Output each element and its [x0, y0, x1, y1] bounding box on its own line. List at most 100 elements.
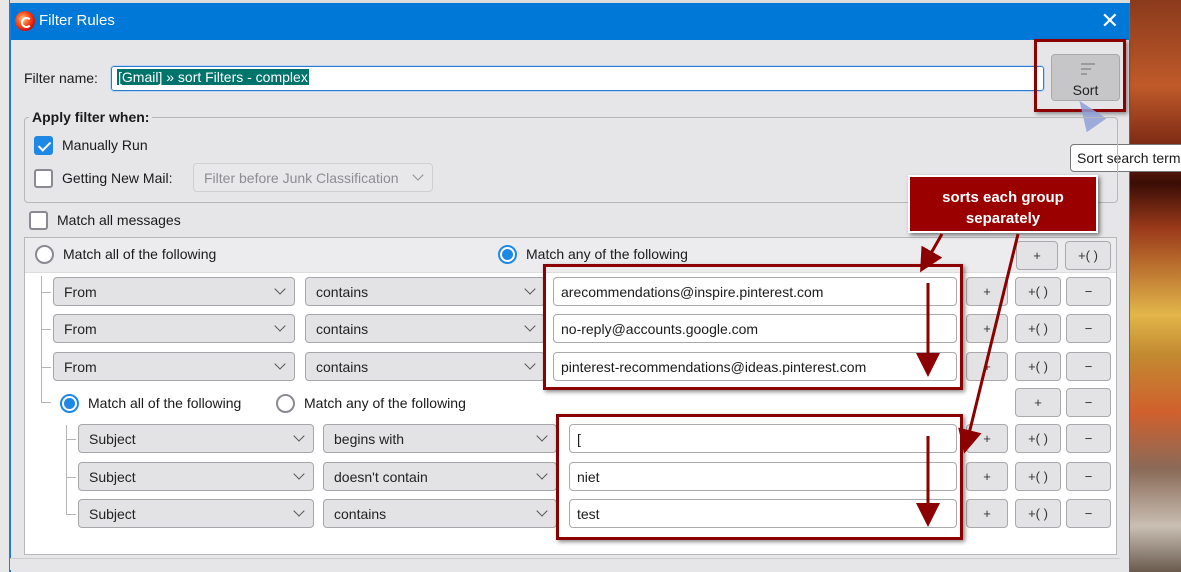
rule-value-input[interactable]: no-reply@accounts.google.com	[553, 314, 957, 343]
tree-line	[66, 514, 76, 515]
chevron-down-icon	[412, 169, 424, 181]
row-remove-button[interactable]: −	[1066, 277, 1111, 306]
app-icon	[15, 11, 35, 31]
top-match-any-radio[interactable]	[498, 245, 517, 264]
sort-button[interactable]: Sort	[1051, 54, 1120, 101]
top-match-any-label: Match any of the following	[526, 246, 688, 262]
rule-operator-value: begins with	[334, 431, 405, 447]
top-group-add-button[interactable]: +	[1016, 241, 1058, 270]
tree-line	[41, 292, 51, 293]
getting-new-mail-label: Getting New Mail:	[62, 170, 173, 186]
rule-field-value: Subject	[89, 506, 136, 522]
top-match-all-radio[interactable]	[35, 245, 54, 264]
sub-match-any-radio[interactable]	[276, 394, 295, 413]
tree-line	[41, 402, 51, 403]
rule-field-select[interactable]: Subject	[78, 424, 314, 453]
annotation-callout: sorts each group separately	[908, 175, 1098, 233]
match-all-messages-label: Match all messages	[57, 212, 181, 228]
row-add-button[interactable]: +	[966, 277, 1008, 306]
row-remove-button[interactable]: −	[1066, 424, 1111, 453]
rule-operator-value: doesn't contain	[334, 469, 428, 485]
tree-line	[41, 367, 51, 368]
rule-value-input[interactable]: pinterest-recommendations@ideas.pinteres…	[553, 352, 957, 381]
close-icon[interactable]: ✕	[1101, 8, 1119, 34]
row-remove-button[interactable]: −	[1066, 314, 1111, 343]
background-window-edge	[0, 0, 10, 572]
row-add-group-button[interactable]: +( )	[1015, 314, 1061, 343]
chevron-down-icon	[293, 430, 305, 442]
tree-line	[41, 276, 42, 402]
row-add-button[interactable]: +	[966, 499, 1008, 528]
top-group-add-subgroup-button[interactable]: +( )	[1065, 241, 1111, 270]
row-add-button[interactable]: +	[966, 314, 1008, 343]
chevron-down-icon	[274, 320, 286, 332]
rule-field-value: From	[64, 359, 97, 375]
rule-operator-select[interactable]: begins with	[323, 424, 557, 453]
tree-line	[66, 439, 76, 440]
filter-name-input[interactable]: [Gmail] » sort Filters - complex	[110, 65, 1045, 92]
match-all-messages-checkbox[interactable]	[29, 211, 48, 230]
row-add-group-button[interactable]: +( )	[1015, 424, 1061, 453]
junk-classification-value: Filter before Junk Classification	[204, 170, 399, 186]
chevron-down-icon	[536, 430, 548, 442]
rule-operator-value: contains	[334, 506, 387, 522]
chevron-down-icon	[274, 283, 286, 295]
rule-field-select[interactable]: Subject	[78, 462, 314, 491]
rule-operator-value: contains	[316, 321, 369, 337]
sort-lines-icon	[1081, 63, 1095, 77]
background-painting	[1130, 0, 1181, 572]
bottom-separator	[10, 558, 1120, 570]
chevron-down-icon	[524, 358, 536, 370]
chevron-down-icon	[293, 468, 305, 480]
row-add-button[interactable]: +	[966, 462, 1008, 491]
rule-operator-select[interactable]: contains	[305, 352, 545, 381]
sub-match-any-label: Match any of the following	[304, 395, 466, 411]
rule-operator-select[interactable]: contains	[305, 314, 545, 343]
rule-field-value: Subject	[89, 469, 136, 485]
row-remove-button[interactable]: −	[1066, 499, 1111, 528]
filter-name-label: Filter name:	[24, 70, 98, 86]
rule-value-input[interactable]: niet	[569, 462, 957, 491]
rule-operator-value: contains	[316, 284, 369, 300]
rule-operator-select[interactable]: contains	[305, 277, 545, 306]
rule-field-select[interactable]: From	[53, 352, 295, 381]
chevron-down-icon	[524, 320, 536, 332]
tree-line	[66, 477, 76, 478]
manually-run-label: Manually Run	[62, 137, 148, 153]
sub-match-all-radio[interactable]	[60, 394, 79, 413]
chevron-down-icon	[524, 283, 536, 295]
window-title: Filter Rules	[39, 12, 115, 29]
rule-operator-select[interactable]: contains	[323, 499, 557, 528]
rule-field-value: From	[64, 284, 97, 300]
row-add-button[interactable]: +	[966, 352, 1008, 381]
row-add-group-button[interactable]: +( )	[1015, 277, 1061, 306]
chevron-down-icon	[536, 505, 548, 517]
rule-operator-value: contains	[316, 359, 369, 375]
apply-filter-legend: Apply filter when:	[29, 109, 153, 125]
row-add-group-button[interactable]: +( )	[1015, 499, 1061, 528]
sub-group-add-button[interactable]: +	[1015, 388, 1061, 417]
chevron-down-icon	[293, 505, 305, 517]
rule-field-value: Subject	[89, 431, 136, 447]
sub-group-remove-button[interactable]: −	[1066, 388, 1111, 417]
chevron-down-icon	[274, 358, 286, 370]
rule-operator-select[interactable]: doesn't contain	[323, 462, 557, 491]
getting-new-mail-checkbox[interactable]	[34, 169, 53, 188]
rule-value-input[interactable]: arecommendations@inspire.pinterest.com	[553, 277, 957, 306]
row-add-button[interactable]: +	[966, 424, 1008, 453]
rule-field-select[interactable]: From	[53, 277, 295, 306]
junk-classification-select: Filter before Junk Classification	[193, 163, 433, 192]
row-add-group-button[interactable]: +( )	[1015, 352, 1061, 381]
row-remove-button[interactable]: −	[1066, 352, 1111, 381]
rule-value-input[interactable]: test	[569, 499, 957, 528]
sub-match-all-label: Match all of the following	[88, 395, 242, 411]
rule-field-select[interactable]: From	[53, 314, 295, 343]
rule-field-select[interactable]: Subject	[78, 499, 314, 528]
filter-name-value: [Gmail] » sort Filters - complex	[117, 69, 309, 85]
row-add-group-button[interactable]: +( )	[1015, 462, 1061, 491]
title-bar: Filter Rules ✕	[11, 3, 1129, 40]
row-remove-button[interactable]: −	[1066, 462, 1111, 491]
rule-value-input[interactable]: [	[569, 424, 957, 453]
tree-line	[41, 329, 51, 330]
manually-run-checkbox[interactable]	[34, 136, 53, 155]
